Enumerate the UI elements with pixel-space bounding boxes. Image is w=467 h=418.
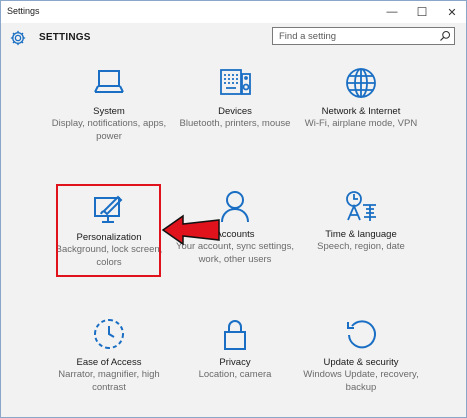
laptop-icon: [94, 70, 124, 93]
tile-update-security[interactable]: Update & security Windows Update, recove…: [286, 317, 436, 394]
update-icon: [347, 320, 376, 349]
tile-network[interactable]: Network & Internet Wi-Fi, airplane mode,…: [286, 66, 436, 131]
lock-icon: [224, 320, 246, 350]
search-placeholder: Find a setting: [279, 31, 337, 42]
window-title: Settings: [7, 6, 40, 16]
ease-of-access-icon: [94, 319, 124, 349]
tile-label: Time & language: [325, 229, 397, 240]
minimize-button[interactable]: —: [377, 1, 407, 23]
tile-description: Location, camera: [198, 369, 272, 380]
tile-label: Update & security: [323, 357, 399, 368]
tile-description: Display, notifications, apps, power: [51, 118, 167, 142]
tile-time-language[interactable]: Time & language Speech, region, date: [286, 189, 436, 254]
settings-header: SETTINGS Find a setting: [1, 23, 466, 53]
tile-description: Speech, region, date: [317, 241, 405, 252]
tile-description: Narrator, magnifier, high contrast: [58, 369, 160, 393]
maximize-button[interactable]: ☐: [407, 1, 437, 23]
gear-icon: [10, 30, 26, 46]
search-input[interactable]: Find a setting: [272, 27, 455, 45]
title-bar: Settings — ☐ ✕: [1, 1, 466, 23]
tile-description: Wi-Fi, airplane mode, VPN: [304, 118, 418, 129]
page-title: SETTINGS: [39, 32, 91, 43]
tile-description: Windows Update, recovery, backup: [303, 369, 419, 393]
globe-icon: [346, 68, 376, 98]
time-language-icon: [346, 191, 376, 221]
search-icon[interactable]: [439, 30, 451, 42]
tile-description: Bluetooth, printers, mouse: [179, 118, 291, 129]
tile-label: Network & Internet: [321, 106, 401, 117]
settings-window: Settings — ☐ ✕ SETTINGS Find a setting S…: [0, 0, 467, 418]
person-icon: [221, 191, 249, 223]
devices-icon: [220, 69, 251, 95]
highlight-box: [56, 184, 161, 277]
close-button[interactable]: ✕: [437, 1, 467, 23]
arrow-pointer-icon: [161, 214, 220, 246]
